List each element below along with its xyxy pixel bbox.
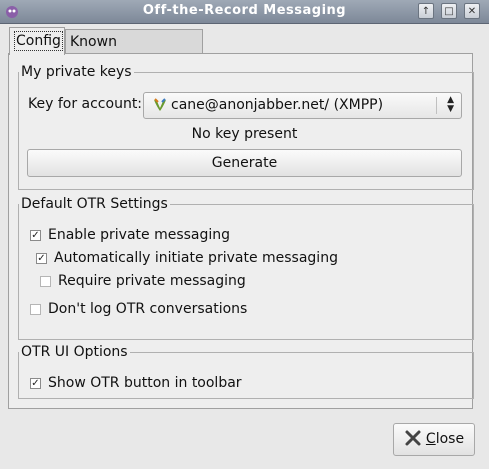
private-keys-legend: My private keys <box>21 64 132 80</box>
close-x-icon <box>404 428 422 446</box>
generate-button[interactable]: Generate <box>27 149 462 177</box>
account-select-value: cane@anonjabber.net/ (XMPP) <box>171 97 384 113</box>
require-private-messaging-label: Require private messaging <box>58 273 246 289</box>
window-menu-button[interactable]: ↑ <box>418 3 434 19</box>
close-label-rest: lose <box>435 431 465 447</box>
updown-arrow-icon: ▲ ▼ <box>447 95 454 114</box>
title-bar: Off-the-Record Messaging ↑ □ ✕ <box>0 0 489 24</box>
close-mnemonic: C <box>425 431 436 447</box>
require-private-messaging-checkbox[interactable] <box>40 276 51 287</box>
default-otr-legend: Default OTR Settings <box>21 196 168 212</box>
tab-config-label: Config <box>14 31 63 51</box>
close-button[interactable]: Close <box>393 423 475 456</box>
combo-separator <box>436 97 437 114</box>
enable-private-messaging-label: Enable private messaging <box>48 227 231 243</box>
tab-known-fingerprints[interactable]: Known fingerprints <box>65 29 203 74</box>
account-label: Key for account: <box>28 96 143 112</box>
dont-log-label: Don't log OTR conversations <box>48 301 248 317</box>
show-otr-button-checkbox[interactable]: ✓ <box>30 378 41 389</box>
xmpp-protocol-icon <box>154 98 166 111</box>
account-select[interactable]: cane@anonjabber.net/ (XMPP) ▲ ▼ <box>143 92 462 119</box>
auto-initiate-checkbox[interactable]: ✓ <box>36 253 47 264</box>
maximize-button[interactable]: □ <box>441 3 457 19</box>
close-window-button[interactable]: ✕ <box>464 3 480 19</box>
default-otr-settings-group: Default OTR Settings <box>18 196 474 340</box>
arrow-up-icon: ↑ <box>421 6 431 17</box>
window-title: Off-the-Record Messaging <box>142 3 347 18</box>
enable-private-messaging-checkbox[interactable]: ✓ <box>30 230 41 241</box>
close-icon: ✕ <box>467 6 477 17</box>
show-otr-button-label: Show OTR button in toolbar <box>48 375 242 391</box>
key-status: No key present <box>191 126 298 142</box>
tab-config[interactable]: Config <box>9 27 65 55</box>
dont-log-checkbox[interactable] <box>30 304 41 315</box>
otr-ui-options-legend: OTR UI Options <box>21 344 128 360</box>
maximize-icon: □ <box>444 6 454 17</box>
auto-initiate-label: Automatically initiate private messaging <box>54 250 338 266</box>
